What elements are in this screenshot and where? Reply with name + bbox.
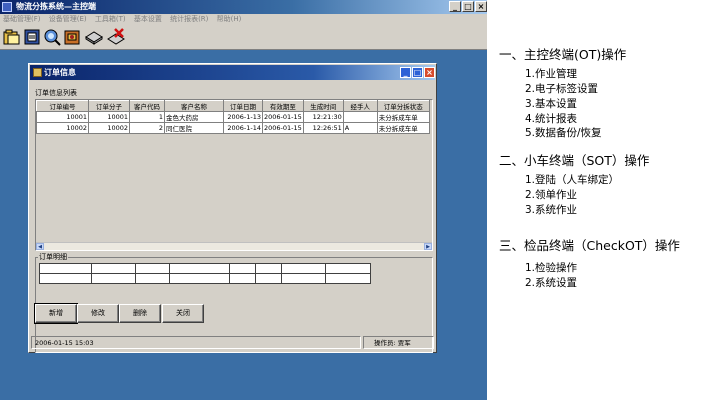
column-header[interactable]: 生成时间 (302, 100, 344, 112)
order-close-button[interactable]: × (424, 67, 435, 78)
detail-header-row (39, 263, 371, 274)
archive-icon[interactable] (63, 28, 81, 46)
document-icon[interactable] (23, 28, 41, 46)
column-header[interactable]: 有效期至 (262, 100, 304, 112)
table-cell: A (342, 122, 378, 134)
column-header[interactable]: 客户代码 (129, 100, 165, 112)
order-maximize-button[interactable]: □ (412, 67, 423, 78)
table-cell: 同仁医院 (164, 122, 224, 134)
column-header[interactable]: 订单编号 (36, 100, 89, 112)
outline-item: 3.基本设置 (525, 98, 578, 110)
menu-tools[interactable]: 工具箱(T) (92, 14, 129, 25)
edit-button[interactable]: 修改 (77, 304, 119, 323)
table-cell (342, 111, 378, 123)
column-header[interactable]: 订单分拆状态 (376, 100, 430, 112)
order-list-label: 订单信息列表 (35, 89, 77, 97)
order-info-window: 订单信息 _ □ × 订单信息列表 订单编号 订单分子 客户代码 客户名称 订单… (28, 63, 437, 353)
table-cell: 未分拆成车单 (376, 111, 430, 123)
main-app-window: 物流分拣系统—主控端 _ □ × 基础管理(F) 设备管理(E) 工具箱(T) … (0, 0, 487, 400)
table-row[interactable]: 10001 10001 1 金色大药房 2006-1-13 2006-01-15… (36, 111, 430, 123)
table-cell: 2006-1-13 (223, 111, 263, 123)
order-window-title-bar: 订单信息 _ □ × (30, 65, 435, 80)
table-cell: 1 (129, 111, 165, 123)
table-cell: 12:21:30 (302, 111, 344, 123)
toolbar (0, 25, 487, 50)
order-minimize-button[interactable]: _ (400, 67, 411, 78)
outline-item: 1.检验操作 (525, 262, 578, 274)
add-button[interactable]: 新增 (34, 303, 78, 324)
table-cell: 2006-01-15 (262, 111, 304, 123)
order-grid[interactable]: 订单编号 订单分子 客户代码 客户名称 订单日期 有效期至 生成时间 经手人 订… (35, 99, 433, 251)
menu-settings[interactable]: 基本设置 (131, 14, 165, 25)
delete-icon[interactable] (107, 28, 125, 46)
menu-bar: 基础管理(F) 设备管理(E) 工具箱(T) 基本设置 统计报表(R) 帮助(H… (0, 14, 487, 25)
outline-item: 2.领单作业 (525, 189, 578, 201)
close-button[interactable]: × (475, 1, 487, 12)
minimize-button[interactable]: _ (449, 1, 461, 12)
folder-icon[interactable] (3, 28, 21, 46)
outline-item: 4.统计报表 (525, 113, 578, 125)
outline-item: 5.数据备份/恢复 (525, 127, 602, 139)
close-window-button[interactable]: 关闭 (162, 304, 204, 323)
outline-item: 1.登陆（人车绑定） (525, 174, 620, 186)
column-header[interactable]: 订单日期 (223, 100, 263, 112)
order-detail-label: 订单明细 (38, 252, 68, 262)
outline-item: 2.电子标签设置 (525, 83, 599, 95)
table-cell: 12:26:51 (302, 122, 344, 134)
scroll-right-icon[interactable]: ▶ (424, 243, 432, 250)
app-title-bar: 物流分拣系统—主控端 _ □ × (0, 0, 487, 14)
app-icon (2, 2, 12, 12)
order-window-title: 订单信息 (44, 68, 76, 77)
table-cell: 2006-1-14 (223, 122, 263, 134)
table-cell: 10001 (36, 111, 89, 123)
section-title-ot: 一、主控终端(OT)操作 (499, 47, 627, 62)
section-title-checkot: 三、检品终端（CheckOT）操作 (499, 238, 680, 253)
order-detail-table[interactable] (39, 263, 371, 284)
section-title-sot: 二、小车终端（SOT）操作 (499, 153, 650, 168)
table-cell: 10002 (36, 122, 89, 134)
delete-button[interactable]: 删除 (119, 304, 161, 323)
app-title: 物流分拣系统—主控端 (16, 2, 96, 11)
column-header[interactable]: 客户名称 (164, 100, 224, 112)
table-cell: 10002 (88, 122, 130, 134)
table-cell: 金色大药房 (164, 111, 224, 123)
detail-row (39, 273, 371, 284)
menu-help[interactable]: 帮助(H) (214, 14, 245, 25)
menu-reports[interactable]: 统计报表(R) (167, 14, 211, 25)
column-header[interactable]: 订单分子 (88, 100, 130, 112)
menu-device[interactable]: 设备管理(E) (46, 14, 90, 25)
table-row[interactable]: 10002 10002 2 同仁医院 2006-1-14 2006-01-15 … (36, 122, 430, 134)
status-datetime: 2006-01-15 15:03 (31, 336, 361, 349)
status-operator: 操作员: 贾军 (363, 336, 434, 349)
outline-item: 2.系统设置 (525, 277, 578, 289)
database-icon[interactable] (85, 28, 103, 46)
menu-basic[interactable]: 基础管理(F) (0, 14, 44, 25)
order-table: 订单编号 订单分子 客户代码 客户名称 订单日期 有效期至 生成时间 经手人 订… (36, 100, 430, 134)
window-icon (33, 68, 42, 77)
table-cell: 2 (129, 122, 165, 134)
outline-item: 1.作业管理 (525, 68, 578, 80)
horizontal-scrollbar[interactable]: ◀ ▶ (36, 242, 432, 250)
table-cell: 未分拆成车单 (376, 122, 430, 134)
maximize-button[interactable]: □ (462, 1, 474, 12)
table-header-row: 订单编号 订单分子 客户代码 客户名称 订单日期 有效期至 生成时间 经手人 订… (36, 100, 430, 112)
table-cell: 10001 (88, 111, 130, 123)
table-cell: 2006-01-15 (262, 122, 304, 134)
outline-item: 3.系统作业 (525, 204, 578, 216)
operations-outline: 一、主控终端(OT)操作 1.作业管理 2.电子标签设置 3.基本设置 4.统计… (487, 0, 701, 400)
status-bar: 2006-01-15 15:03 操作员: 贾军 (31, 336, 434, 349)
magnifier-icon[interactable] (43, 28, 61, 46)
column-header[interactable]: 经手人 (342, 100, 378, 112)
scroll-left-icon[interactable]: ◀ (36, 243, 44, 250)
